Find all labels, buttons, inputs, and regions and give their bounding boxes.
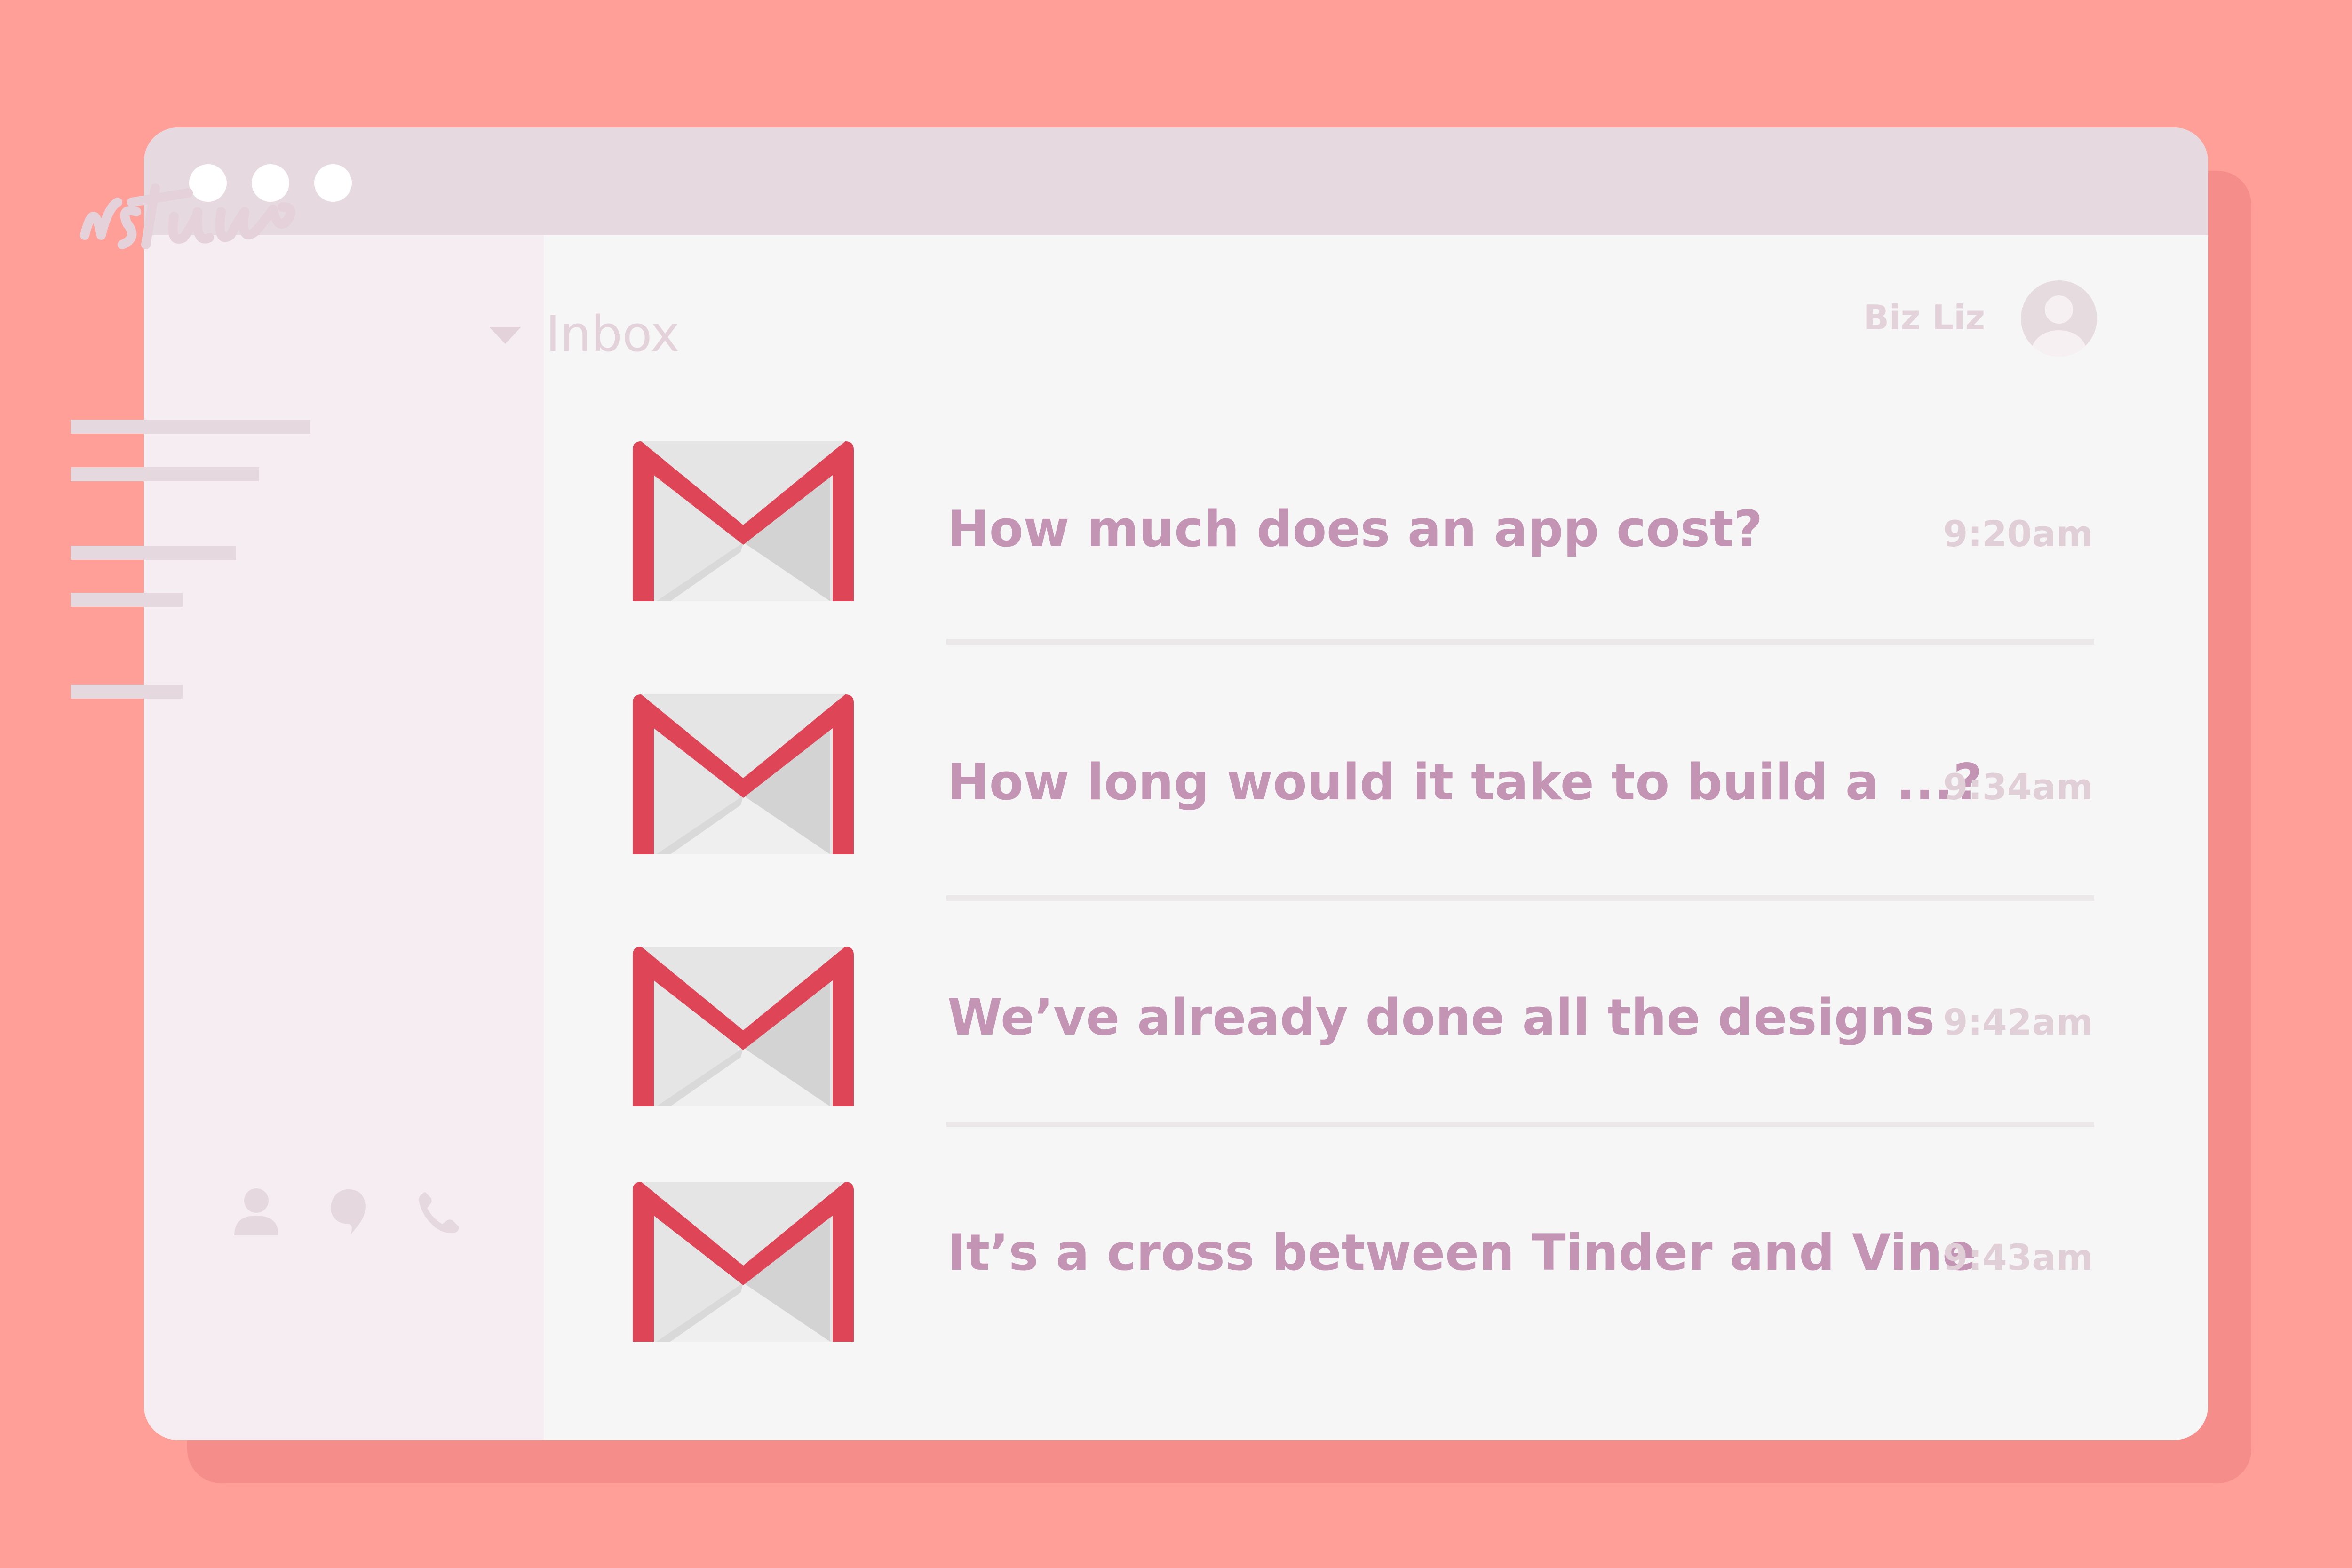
gmail-envelope-icon (633, 441, 854, 601)
sidebar-nav-line[interactable] (71, 593, 183, 607)
gmail-envelope-icon (633, 947, 854, 1106)
row-divider (946, 1122, 2094, 1127)
person-icon[interactable] (230, 1186, 282, 1237)
email-time: 9:34am (1943, 766, 2093, 808)
sidebar-nav-line[interactable] (71, 546, 236, 560)
row-divider (946, 639, 2094, 645)
sidebar-nav-line[interactable] (71, 685, 183, 699)
email-subject[interactable]: It’s a cross between Tinder and Vine (947, 1222, 1976, 1283)
title-bar (144, 127, 2208, 235)
folder-title[interactable]: Inbox (546, 301, 680, 367)
gmail-envelope-icon (633, 1182, 854, 1342)
window-maximize-dot[interactable] (314, 164, 352, 202)
email-subject[interactable]: How much does an app cost? (947, 499, 1763, 560)
phone-icon[interactable] (413, 1186, 465, 1237)
user-name[interactable]: Biz Liz (1740, 292, 1985, 343)
email-time: 9:42am (1943, 1001, 2093, 1043)
email-subject[interactable]: We’ve already done all the designs (947, 987, 1935, 1048)
sidebar-nav-line[interactable] (71, 420, 310, 434)
email-subject[interactable]: How long would it take to build a ...? (947, 752, 1982, 813)
chat-bubble-icon[interactable] (323, 1186, 374, 1237)
avatar[interactable] (2021, 280, 2097, 357)
script-logo-icon (80, 183, 295, 249)
email-time: 9:20am (1943, 513, 2093, 555)
email-time: 9:43am (1943, 1236, 2093, 1278)
chevron-down-icon[interactable] (489, 327, 521, 346)
sidebar-nav-line[interactable] (71, 467, 259, 481)
sidebar (144, 235, 544, 1440)
gmail-envelope-icon (633, 694, 854, 854)
row-divider (946, 895, 2094, 901)
